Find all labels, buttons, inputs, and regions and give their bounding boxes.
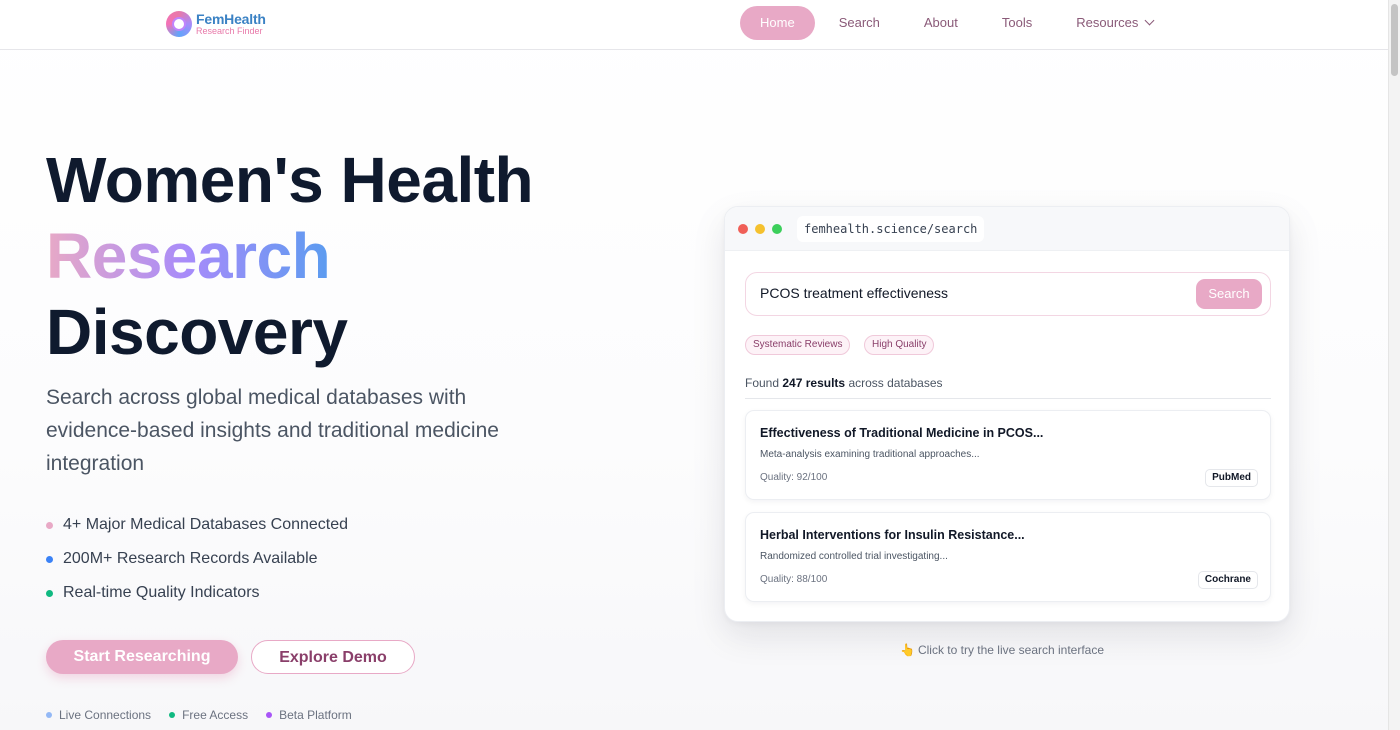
status-item: Beta Platform xyxy=(266,708,352,722)
feature-text: 4+ Major Medical Databases Connected xyxy=(63,516,349,533)
demo-search-button[interactable]: Search xyxy=(1196,279,1262,309)
hero-title-line2: Research xyxy=(46,220,331,292)
result-description: Meta-analysis examining traditional appr… xyxy=(760,449,980,460)
results-count: 247 results xyxy=(782,376,846,390)
scrollbar[interactable] xyxy=(1388,0,1400,730)
result-title: Effectiveness of Traditional Medicine in… xyxy=(760,426,1044,440)
nav-search[interactable]: Search xyxy=(817,6,902,40)
results-suffix: across databases xyxy=(848,376,943,390)
minimize-dot-icon xyxy=(755,224,765,234)
result-source-badge: Cochrane xyxy=(1197,571,1258,589)
status-dot-icon xyxy=(169,712,176,718)
status-text: Free Access xyxy=(182,708,249,722)
logo-subtitle: Research Finder xyxy=(196,26,263,36)
hero-title-line1: Women's Health xyxy=(46,144,534,216)
start-researching-button[interactable]: Start Researching xyxy=(46,640,238,674)
feature-item: 4+ Major Medical Databases Connected xyxy=(46,508,348,542)
top-nav: FemHealth Research Finder Home Search Ab… xyxy=(0,0,1388,50)
status-dot-icon xyxy=(266,712,273,718)
filter-tag-high-quality[interactable]: High Quality xyxy=(864,335,935,355)
page: FemHealth Research Finder Home Search Ab… xyxy=(0,0,1400,730)
nav-resources-label: Resources xyxy=(1076,15,1139,30)
result-source-badge: PubMed xyxy=(1205,469,1258,487)
demo-url: femhealth.science/search xyxy=(797,216,985,242)
feature-item: 200M+ Research Records Available xyxy=(46,542,348,576)
demo-hint-text: Click to try the live search interface xyxy=(917,643,1105,657)
result-description: Randomized controlled trial investigatin… xyxy=(760,551,948,562)
feature-text: 200M+ Research Records Available xyxy=(63,550,318,567)
close-dot-icon xyxy=(738,224,748,234)
maximize-dot-icon xyxy=(772,224,782,234)
status-text: Beta Platform xyxy=(279,708,352,722)
status-item: Live Connections xyxy=(46,708,151,722)
hero-title-line3: Discovery xyxy=(46,296,348,368)
demo-search-box[interactable]: PCOS treatment effectiveness Search xyxy=(745,272,1271,316)
status-row: Live Connections Free Access Beta Platfo… xyxy=(46,708,370,722)
result-title: Herbal Interventions for Insulin Resista… xyxy=(760,528,1025,542)
feature-item: Real-time Quality Indicators xyxy=(46,576,348,610)
feature-text: Real-time Quality Indicators xyxy=(63,584,260,601)
logo[interactable]: FemHealth Research Finder xyxy=(166,11,266,37)
status-text: Live Connections xyxy=(59,708,152,722)
logo-icon xyxy=(166,11,192,37)
scrollbar-thumb[interactable] xyxy=(1391,4,1398,76)
results-summary: Found 247 results across databases xyxy=(745,376,943,390)
bullet-dot-icon xyxy=(46,589,53,597)
result-card[interactable]: Effectiveness of Traditional Medicine in… xyxy=(745,410,1271,500)
result-quality: Quality: 88/100 xyxy=(760,574,828,585)
demo-browser-window[interactable]: femhealth.science/search PCOS treatment … xyxy=(724,206,1290,622)
nav-resources[interactable]: Resources xyxy=(1054,6,1175,40)
logo-title: FemHealth xyxy=(196,11,266,27)
demo-search-input[interactable]: PCOS treatment effectiveness xyxy=(760,273,948,314)
hero-title: Women's Health Research Discovery xyxy=(46,142,534,370)
nav-links: Home Search About Tools Resources xyxy=(740,6,1175,40)
results-prefix: Found xyxy=(745,376,780,390)
pointing-hand-icon: 👆 xyxy=(900,643,915,657)
divider xyxy=(745,398,1271,399)
demo-hint: 👆 Click to try the live search interface xyxy=(900,643,1104,657)
explore-demo-button[interactable]: Explore Demo xyxy=(251,640,415,674)
chevron-down-icon xyxy=(1144,15,1155,26)
nav-tools[interactable]: Tools xyxy=(980,6,1054,40)
nav-about[interactable]: About xyxy=(902,6,980,40)
hero-subtitle: Search across global medical databases w… xyxy=(46,386,499,475)
result-quality: Quality: 92/100 xyxy=(760,472,828,483)
bullet-dot-icon xyxy=(46,555,53,563)
bullet-dot-icon xyxy=(46,521,53,529)
nav-home[interactable]: Home xyxy=(740,6,815,40)
result-card[interactable]: Herbal Interventions for Insulin Resista… xyxy=(745,512,1271,602)
status-dot-icon xyxy=(46,712,52,718)
status-item: Free Access xyxy=(169,708,248,722)
demo-browser-bar: femhealth.science/search xyxy=(725,207,1289,251)
feature-list: 4+ Major Medical Databases Connected 200… xyxy=(46,508,348,610)
filter-tag-systematic-reviews[interactable]: Systematic Reviews xyxy=(745,335,851,355)
